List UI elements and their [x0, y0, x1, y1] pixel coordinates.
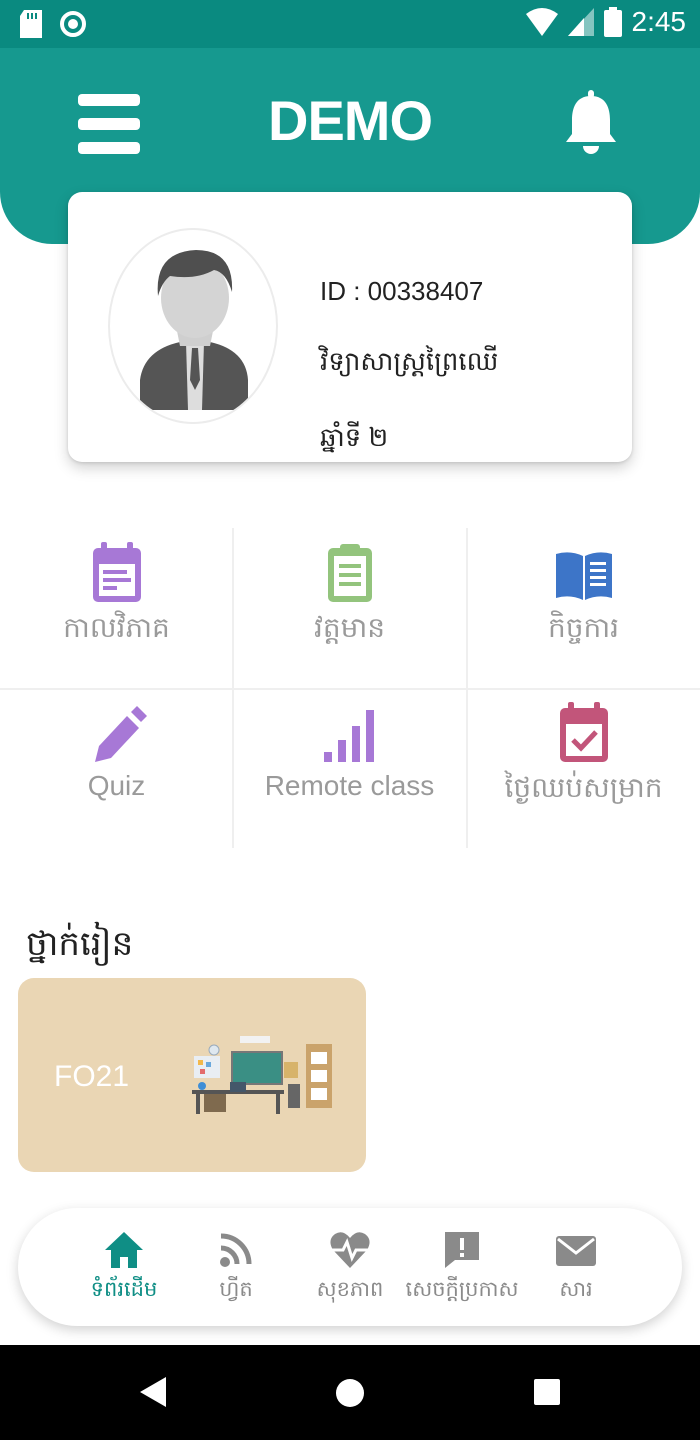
profile-card[interactable]: ID : 00338407 វិទ្យាសាស្រ្តព្រៃឈើ ឆ្នាំទ…: [68, 192, 632, 462]
menu-item-label: ថ្ងៃឈប់សម្រាក: [504, 772, 663, 803]
menu-item-remote-class[interactable]: Remote class: [233, 688, 466, 848]
bell-icon[interactable]: [564, 90, 618, 156]
profile-info: ID : 00338407 វិទ្យាសាស្រ្តព្រៃឈើ ឆ្នាំទ…: [320, 276, 498, 497]
menu-item-label: Remote class: [264, 770, 435, 801]
study-year: ឆ្នាំទី ២: [320, 422, 389, 452]
nav-item-label: សុខភាព: [316, 1277, 384, 1301]
heart-pulse-icon: [330, 1232, 370, 1268]
menu-item-schedule[interactable]: កាលវិភាគ: [0, 528, 233, 688]
clock: 2:45: [631, 6, 687, 37]
wifi-icon: [525, 8, 558, 36]
menu-item-label: វត្តមាន: [313, 612, 386, 643]
faculty: វិទ្យាសាស្រ្តព្រៃឈើ: [320, 346, 499, 376]
announcement-icon: [445, 1232, 479, 1268]
menu-item-quiz[interactable]: Quiz: [0, 688, 233, 848]
avatar: [108, 228, 278, 424]
home-circle-icon[interactable]: [335, 1378, 365, 1408]
back-icon[interactable]: [140, 1377, 166, 1407]
sd-card-icon: [20, 10, 42, 38]
home-icon: [105, 1232, 143, 1268]
nav-item-messages[interactable]: សារ: [516, 1230, 636, 1307]
calendar-check-icon: [559, 702, 608, 762]
nav-item-label: សារ: [559, 1277, 593, 1301]
signal-bars-icon: [323, 710, 374, 762]
battery-icon: [603, 7, 622, 37]
user-silhouette-icon: [140, 250, 248, 410]
cell-signal-icon: [567, 8, 594, 36]
menu-grid: កាលវិភាគ វត្តមាន កិច្ចការ Quiz Remote cl…: [0, 528, 700, 848]
nav-item-home[interactable]: ទំព័រដើម: [64, 1230, 184, 1307]
menu-item-label: Quiz: [87, 770, 146, 801]
menu-item-holidays[interactable]: ថ្ងៃឈប់សម្រាក: [467, 688, 700, 848]
clipboard-icon: [327, 544, 372, 602]
nav-item-announcements[interactable]: សេចក្តីប្រកាស: [402, 1230, 522, 1307]
status-bar: 2:45: [0, 0, 700, 48]
student-id: ID : 00338407: [320, 276, 484, 306]
classes-title: ថ្នាក់រៀន: [26, 924, 134, 964]
menu-item-label: កាលវិភាគ: [63, 612, 170, 643]
nav-item-feed[interactable]: ហ្វីត: [176, 1230, 296, 1307]
sync-circle-icon: [60, 11, 86, 37]
menu-item-assignments[interactable]: កិច្ចការ: [467, 528, 700, 688]
bottom-nav: ទំព័រដើម ហ្វីត សុខភាព សេចក្តីប្រកាស សារ: [18, 1208, 682, 1326]
class-card[interactable]: FO21: [18, 978, 366, 1172]
classroom-illustration: [192, 1036, 332, 1114]
pencil-icon: [94, 706, 147, 762]
system-nav-bar: [0, 1345, 700, 1440]
nav-item-health[interactable]: សុខភាព: [290, 1230, 410, 1307]
class-name: FO21: [54, 1060, 130, 1093]
mail-icon: [556, 1236, 596, 1266]
book-icon: [555, 552, 612, 600]
nav-item-label: ហ្វីត: [219, 1277, 253, 1301]
recents-icon[interactable]: [534, 1379, 560, 1405]
nav-item-label: សេចក្តីប្រកាស: [405, 1277, 519, 1301]
nav-item-label: ទំព័រដើម: [90, 1277, 158, 1301]
menu-item-label: កិច្ចការ: [547, 612, 620, 643]
calendar-icon: [92, 542, 141, 602]
menu-item-attendance[interactable]: វត្តមាន: [233, 528, 466, 688]
rss-icon: [220, 1233, 252, 1267]
